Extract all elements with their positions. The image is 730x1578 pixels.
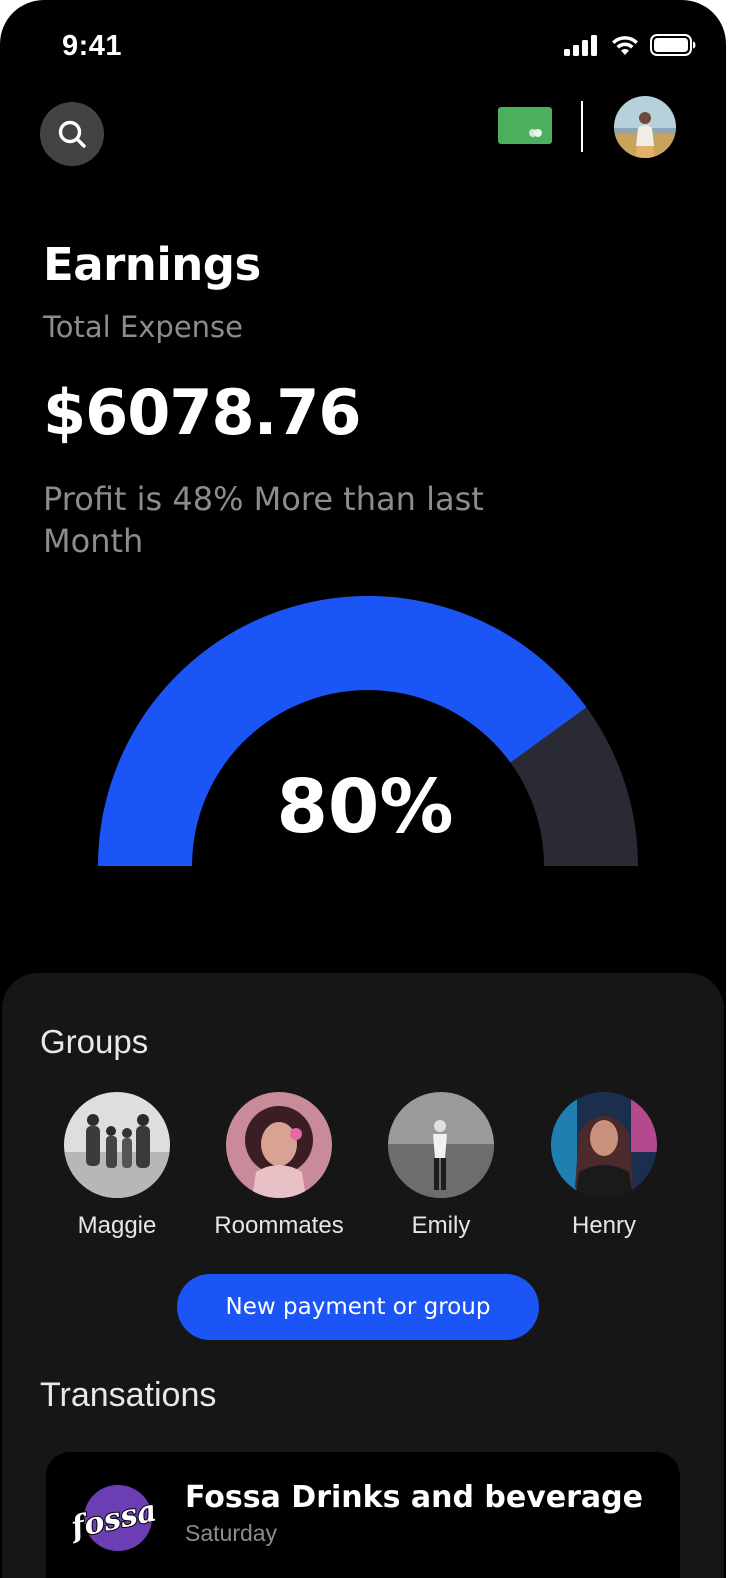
header-divider [581, 101, 583, 152]
group-item-maggie[interactable]: Maggie [37, 1092, 197, 1240]
total-amount: $6078.76 [43, 376, 362, 449]
group-item-henry[interactable]: Henry [524, 1092, 684, 1240]
status-time: 9:41 [62, 30, 123, 62]
earnings-title: Earnings [43, 238, 261, 291]
profile-photo [614, 96, 676, 158]
profit-note: Profit is 48% More than last Month [43, 480, 484, 560]
transaction-date: Saturday [185, 1520, 278, 1546]
wifi-icon [612, 36, 638, 55]
new-payment-button[interactable]: New payment or group [177, 1274, 539, 1340]
groups-title: Groups [40, 1023, 149, 1060]
app-screen: 9:41 Earnings Total Expense $6078.76 Pro… [0, 0, 726, 1578]
transactions-title: Transations [40, 1376, 217, 1414]
group-avatar [226, 1092, 332, 1198]
gauge-value: 80% [276, 764, 454, 850]
profile-avatar[interactable] [614, 96, 676, 158]
signal-icon [564, 35, 597, 56]
group-label: Roommates [214, 1212, 344, 1239]
status-icons [564, 34, 696, 56]
total-expense-label: Total Expense [43, 310, 244, 344]
search-icon [58, 120, 86, 148]
transaction-item[interactable]: fossa Fossa Drinks and beverage Saturday [46, 1452, 680, 1578]
group-label: Henry [571, 1212, 637, 1239]
group-label: Maggie [77, 1212, 157, 1239]
card-icon[interactable] [498, 107, 552, 144]
battery-icon [650, 34, 696, 56]
group-avatar [388, 1092, 494, 1198]
fossa-logo: fossa [66, 1485, 161, 1551]
search-button[interactable] [40, 102, 104, 166]
group-item-roommates[interactable]: Roommates [199, 1092, 359, 1240]
group-item-emily[interactable]: Emily [361, 1092, 521, 1240]
group-avatar [64, 1092, 170, 1198]
group-label: Emily [411, 1212, 471, 1239]
group-avatar [551, 1092, 657, 1198]
transaction-name: Fossa Drinks and beverage [185, 1480, 643, 1515]
